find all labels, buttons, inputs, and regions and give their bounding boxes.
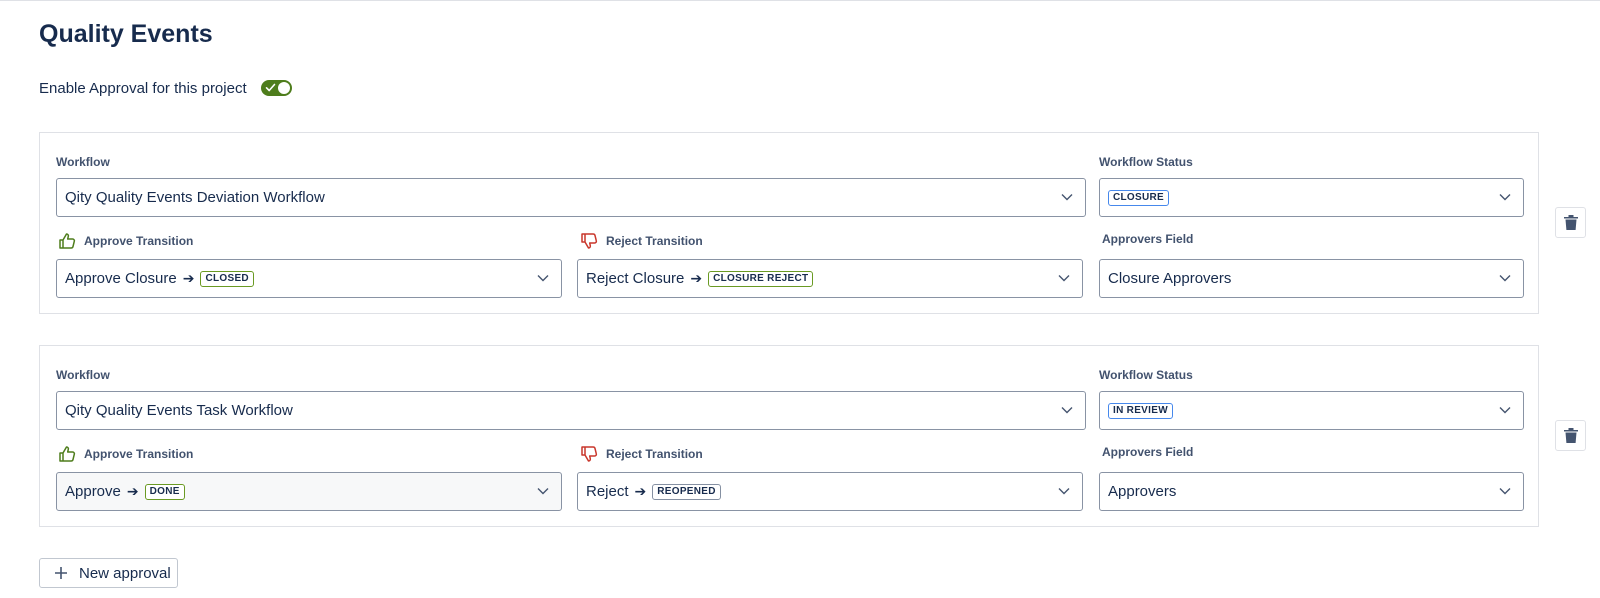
thumbs-up-icon [59,233,76,249]
approve-target-lozenge: DONE [144,483,185,500]
reject-transition-text: Reject Transition [606,447,703,461]
reject-transition-name: Reject Closure [586,270,685,287]
arrow-right-icon: ➔ [126,483,139,499]
approval-card: Workflow Qity Quality Events Deviation W… [39,132,1539,314]
arrow-right-icon: ➔ [690,270,703,286]
new-approval-label: New approval [79,564,171,582]
delete-approval-button[interactable] [1555,420,1586,451]
approve-target-lozenge: CLOSED [200,270,254,287]
arrow-right-icon: ➔ [182,270,195,286]
trash-icon [1563,428,1578,443]
thumbs-down-icon [581,446,598,462]
reject-transition-label: Reject Transition [580,445,703,463]
approve-transition-text: Approve Transition [84,234,194,248]
approve-transition-select[interactable]: Approve ➔ DONE [56,472,562,511]
reject-transition-select[interactable]: Reject Closure ➔ CLOSURE REJECT [577,259,1083,298]
approvers-field-label: Approvers Field [1102,445,1194,459]
arrow-right-icon: ➔ [634,483,647,499]
thumbs-up-icon [59,446,76,462]
workflow-select[interactable]: Qity Quality Events Deviation Workflow [56,178,1086,217]
chevron-down-icon [1499,194,1511,201]
plus-icon [55,567,67,579]
chevron-down-icon [1499,275,1511,282]
reject-transition-label: Reject Transition [580,232,703,250]
workflow-status-select[interactable]: CLOSURE [1099,178,1524,217]
status-lozenge: IN REVIEW [1108,402,1173,419]
chevron-down-icon [1058,488,1070,495]
approve-transition-text: Approve Transition [84,447,194,461]
reject-transition-select[interactable]: Reject ➔ REOPENED [577,472,1083,511]
chevron-down-icon [1061,407,1073,414]
approve-transition-label: Approve Transition [58,232,193,250]
approval-card: Workflow Qity Quality Events Task Workfl… [39,345,1539,527]
trash-icon [1563,215,1578,230]
workflow-value: Qity Quality Events Task Workflow [65,402,293,419]
approvers-field-label: Approvers Field [1102,232,1194,246]
approve-transition-name: Approve Closure [65,270,177,287]
new-approval-button[interactable]: New approval [39,558,178,588]
check-icon [265,83,276,92]
reject-target-lozenge: REOPENED [652,483,721,500]
top-divider [0,0,1600,1]
approve-transition-select[interactable]: Approve Closure ➔ CLOSED [56,259,562,298]
reject-transition-name: Reject [586,483,629,500]
workflow-value: Qity Quality Events Deviation Workflow [65,189,325,206]
approvers-field-value: Approvers [1108,483,1177,500]
status-lozenge: CLOSURE [1108,189,1169,206]
chevron-down-icon [537,488,549,495]
delete-approval-button[interactable] [1555,207,1586,238]
workflow-label: Workflow [56,368,110,382]
thumbs-down-icon [581,233,598,249]
workflow-status-label: Workflow Status [1099,368,1193,382]
chevron-down-icon [1499,488,1511,495]
toggle-label: Enable Approval for this project [39,79,247,97]
approvers-field-value: Closure Approvers [1108,270,1232,287]
approvers-field-select[interactable]: Closure Approvers [1099,259,1524,298]
chevron-down-icon [537,275,549,282]
reject-target-lozenge: CLOSURE REJECT [708,270,814,287]
approve-transition-label: Approve Transition [58,445,193,463]
workflow-select[interactable]: Qity Quality Events Task Workflow [56,391,1086,430]
workflow-status-select[interactable]: IN REVIEW [1099,391,1524,430]
workflow-status-label: Workflow Status [1099,155,1193,169]
reject-transition-text: Reject Transition [606,234,703,248]
approvers-field-select[interactable]: Approvers [1099,472,1524,511]
chevron-down-icon [1058,275,1070,282]
page-title: Quality Events [39,20,213,48]
toggle-knob [278,82,290,94]
chevron-down-icon [1061,194,1073,201]
approve-transition-name: Approve [65,483,121,500]
enable-approval-toggle[interactable] [261,80,292,96]
approval-toggle-row: Enable Approval for this project [39,78,292,98]
chevron-down-icon [1499,407,1511,414]
workflow-label: Workflow [56,155,110,169]
